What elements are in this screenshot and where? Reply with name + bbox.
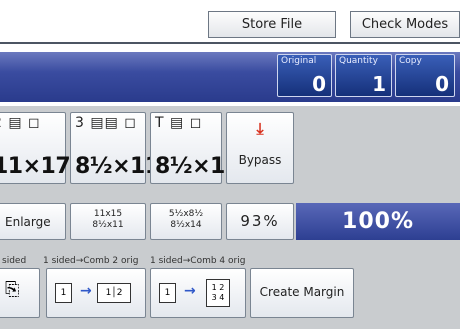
bypass-button[interactable]: ⤓ Bypass [226,112,294,184]
comb4-hint: 1 sided→Comb 4 orig [150,256,246,266]
duplex-option-button[interactable]: ⎘ [0,268,40,318]
duplex-icon: ⎘ [5,279,20,300]
arrow-right-icon: → [184,283,196,299]
comb4-result-icon: 1 23 4 [206,279,230,307]
ratio-value: 93% [240,212,280,230]
preset-to: 8½x14 [170,220,202,230]
preset-from: 11x15 [93,209,123,219]
tray-number: 3 [75,115,85,131]
paper-size: 8½×11 [75,154,160,179]
full-size-button[interactable]: 100% [296,203,460,240]
paper-size: 11×17 [0,154,71,179]
comb2-button[interactable]: 1 → 1│2 [46,268,146,318]
one-sided-icon: 1 [55,283,72,303]
create-margin-label: Create Margin [259,285,345,299]
create-margin-button[interactable]: Create Margin [250,268,354,318]
copy-counter: Copy 0 [395,54,455,97]
original-value: 0 [312,72,326,96]
bypass-icon: ⤓ [256,119,264,138]
bypass-label: Bypass [238,153,282,167]
quantity-counter[interactable]: Quantity 1 [335,54,392,97]
ratio-preset-5x8-button[interactable]: 5½x8½ 8½x14 [150,203,222,240]
quantity-label: Quantity [339,56,378,66]
duplex-hint-partial: sided [2,256,27,266]
original-label: Original [281,56,317,66]
preset-from: 5½x8½ [168,209,204,219]
ratio-value-display[interactable]: 93% [226,203,294,240]
tray-icon: ▤▤ ◻ [90,115,137,131]
check-modes-button[interactable]: Check Modes [350,11,460,38]
comb2-result-icon: 1│2 [97,283,131,303]
comb4-button[interactable]: 1 → 1 23 4 [150,268,246,318]
store-file-button[interactable]: Store File [208,11,336,38]
arrow-right-icon: → [80,283,92,299]
tray-icon: ▤ ◻ [170,115,203,131]
tray-number: T [155,115,165,131]
paper-tray-2-button[interactable]: 2 ▤ ◻ 11×17 [0,112,71,184]
copy-label: Copy [399,56,422,66]
tray-icon: ▤ ◻ [8,115,41,131]
enlarge-button[interactable]: Enlarge [0,203,66,240]
enlarge-label: Enlarge [5,215,51,229]
copy-value: 0 [435,72,449,96]
tray-number: 2 [0,115,3,131]
quantity-value: 1 [372,72,386,96]
preset-to: 8½x11 [92,220,124,230]
comb2-hint: 1 sided→Comb 2 orig [43,256,139,266]
one-sided-icon: 1 [159,283,176,303]
paper-tray-3-button[interactable]: 3 ▤▤ ◻ 8½×11 [70,112,160,184]
paper-tray-t-button[interactable]: T ▤ ◻ 8½×11 [150,112,240,184]
ratio-preset-11x15-button[interactable]: 11x15 8½x11 [70,203,146,240]
original-counter: Original 0 [277,54,332,97]
header-divider [0,42,460,44]
